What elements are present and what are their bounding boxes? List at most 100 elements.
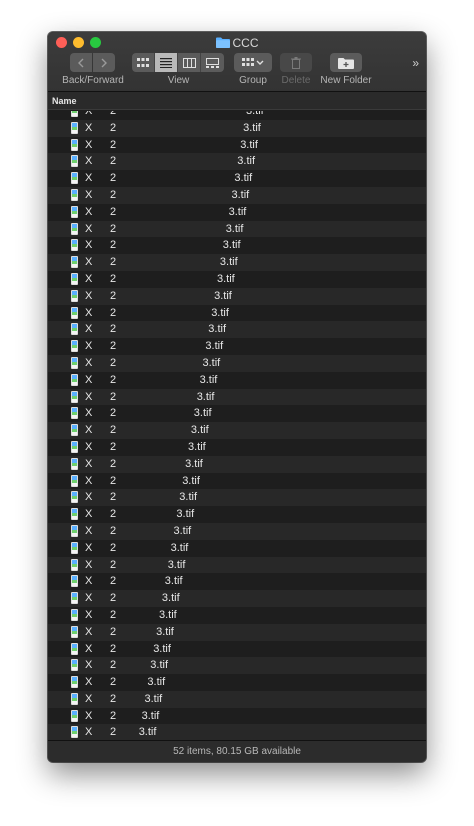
file-row[interactable]: X 2 3.tif	[48, 204, 426, 221]
file-name-part-x: X	[85, 709, 93, 722]
forward-button[interactable]	[93, 53, 115, 72]
file-row[interactable]: X 2 3.tif	[48, 170, 426, 187]
trash-icon	[291, 56, 301, 69]
file-row[interactable]: X 2 3.tif	[48, 422, 426, 439]
file-name-part-x: X	[85, 508, 93, 521]
file-row[interactable]: X 2 3.tif	[48, 506, 426, 523]
file-row[interactable]: X 2 3.tif	[48, 690, 426, 708]
view-mode-control[interactable]	[132, 53, 224, 72]
file-row[interactable]: X 2 3.tif	[48, 388, 426, 406]
file-name-part-ext: 3.tif	[211, 306, 229, 319]
file-row[interactable]: X 2 3.tif	[48, 237, 426, 254]
file-name-part-2: 2	[110, 138, 117, 151]
file-row[interactable]: X 2 3.tif	[48, 641, 426, 658]
tif-file-icon	[71, 155, 78, 168]
file-row[interactable]: X 2 3.tif	[48, 338, 426, 355]
group-icon	[242, 57, 264, 66]
file-name-part-x: X	[85, 390, 93, 403]
tif-file-icon	[71, 373, 78, 386]
file-row[interactable]: X 2 3.tif	[48, 607, 426, 624]
file-name-part-x: X	[85, 457, 93, 470]
new-folder-button[interactable]	[330, 53, 362, 72]
file-row[interactable]: X 2 3.tif	[48, 220, 426, 238]
file-row[interactable]: X 2 3.tif	[48, 137, 426, 154]
file-name-part-x: X	[85, 659, 93, 672]
file-row[interactable]: X 2 3.tif	[48, 405, 426, 422]
tif-file-icon	[71, 726, 78, 739]
file-row[interactable]: X 2 3.tif	[48, 305, 426, 322]
file-name-part-2: 2	[110, 373, 117, 386]
chevron-right-icon	[101, 58, 107, 67]
tif-file-icon	[71, 474, 78, 487]
file-row[interactable]: X 2 3.tif	[48, 455, 426, 473]
file-row[interactable]: X 2 3.tif	[48, 473, 426, 490]
tif-file-icon	[71, 524, 78, 537]
file-name-part-ext: 3.tif	[182, 474, 200, 487]
file-name-part-x: X	[85, 625, 93, 638]
file-name-part-ext: 3.tif	[225, 222, 244, 235]
tif-file-icon	[71, 575, 78, 588]
file-row[interactable]: X 2 3.tif	[48, 674, 426, 691]
file-name-part-2: 2	[110, 676, 117, 689]
file-name-part-ext: 3.tif	[240, 138, 258, 151]
file-row[interactable]: X 2 3.tif	[48, 111, 426, 120]
column-view-button[interactable]	[178, 53, 201, 72]
file-name-part-2: 2	[110, 642, 117, 655]
file-row[interactable]: X 2 3.tif	[48, 489, 426, 507]
tif-file-icon	[71, 457, 78, 470]
gallery-view-button[interactable]	[201, 53, 224, 72]
file-row[interactable]: X 2 3.tif	[48, 119, 426, 137]
file-row[interactable]: X 2 3.tif	[48, 556, 426, 574]
tif-file-icon	[71, 138, 78, 151]
file-name-part-x: X	[85, 172, 93, 185]
group-button[interactable]	[234, 53, 272, 72]
file-name-part-2: 2	[110, 625, 117, 638]
list-view-button[interactable]	[155, 53, 178, 72]
file-name-part-ext: 3.tif	[234, 172, 253, 185]
file-row[interactable]: X 2 3.tif	[48, 372, 426, 389]
file-row[interactable]: X 2 3.tif	[48, 186, 426, 204]
file-name-part-x: X	[85, 256, 93, 269]
file-name-part-ext: 3.tif	[164, 575, 183, 588]
toolbar-overflow-button[interactable]: »	[412, 56, 419, 70]
window-title-text: CCC	[232, 36, 259, 50]
file-row[interactable]: X 2 3.tif	[48, 590, 426, 607]
tif-file-icon	[71, 608, 78, 621]
file-row[interactable]: X 2 3.tif	[48, 573, 426, 590]
file-name-part-x: X	[85, 692, 93, 705]
file-name-part-2: 2	[110, 726, 117, 739]
gallery-view-icon	[206, 57, 219, 68]
file-row[interactable]: X 2 3.tif	[48, 724, 426, 740]
delete-button[interactable]	[280, 53, 312, 72]
icon-view-button[interactable]	[132, 53, 155, 72]
status-bar: 52 items, 80.15 GB available	[48, 740, 426, 762]
file-name-part-2: 2	[110, 709, 117, 722]
name-column-header[interactable]: Name	[48, 92, 426, 110]
file-row[interactable]: X 2 3.tif	[48, 287, 426, 305]
tif-file-icon	[71, 676, 78, 689]
file-name-part-2: 2	[110, 457, 117, 470]
file-row[interactable]: X 2 3.tif	[48, 657, 426, 675]
file-row[interactable]: X 2 3.tif	[48, 708, 426, 725]
tif-file-icon	[71, 625, 78, 638]
file-name-part-ext: 3.tif	[237, 155, 256, 168]
file-name-part-x: X	[85, 424, 93, 437]
file-name-part-2: 2	[110, 121, 117, 134]
file-row[interactable]: X 2 3.tif	[48, 522, 426, 540]
file-row[interactable]: X 2 3.tif	[48, 321, 426, 339]
file-row[interactable]: X 2 3.tif	[48, 254, 426, 271]
file-row[interactable]: X 2 3.tif	[48, 153, 426, 171]
file-name-part-x: X	[85, 306, 93, 319]
file-row[interactable]: X 2 3.tif	[48, 439, 426, 456]
file-row[interactable]: X 2 3.tif	[48, 623, 426, 641]
file-name-part-x: X	[85, 138, 93, 151]
file-name-part-x: X	[85, 155, 93, 168]
back-button[interactable]	[70, 53, 92, 72]
tif-file-icon	[71, 256, 78, 269]
view-label: View	[167, 75, 190, 86]
file-row[interactable]: X 2 3.tif	[48, 540, 426, 557]
file-name-part-2: 2	[110, 440, 117, 453]
file-name-part-2: 2	[110, 323, 117, 336]
file-row[interactable]: X 2 3.tif	[48, 354, 426, 372]
file-row[interactable]: X 2 3.tif	[48, 271, 426, 288]
